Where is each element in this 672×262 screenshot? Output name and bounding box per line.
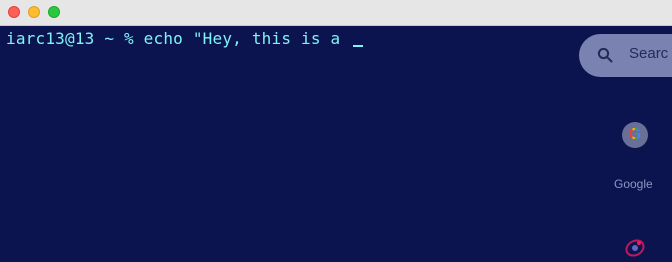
terminal-window: iarc13@13 ~ % echo "Hey, this is a Searc… [0,0,672,262]
minimize-window-button[interactable] [28,6,40,18]
shell-prompt: iarc13@13 ~ % [6,29,144,48]
search-label: Searc [629,45,669,62]
google-g-glyph: G [628,126,642,143]
text-cursor [353,45,364,47]
terminal-content[interactable]: iarc13@13 ~ % echo "Hey, this is a [0,26,672,262]
close-window-button[interactable] [8,6,20,18]
command-line[interactable]: iarc13@13 ~ % echo "Hey, this is a [6,29,364,49]
maximize-window-button[interactable] [48,6,60,18]
desktop-search-widget[interactable]: Searc [579,34,672,77]
typed-command: echo "Hey, this is a [143,29,351,48]
search-icon [597,47,613,63]
title-bar [0,0,672,26]
app-icon[interactable] [624,236,646,258]
google-icon[interactable]: G [622,122,648,148]
google-label: Google [614,177,653,191]
